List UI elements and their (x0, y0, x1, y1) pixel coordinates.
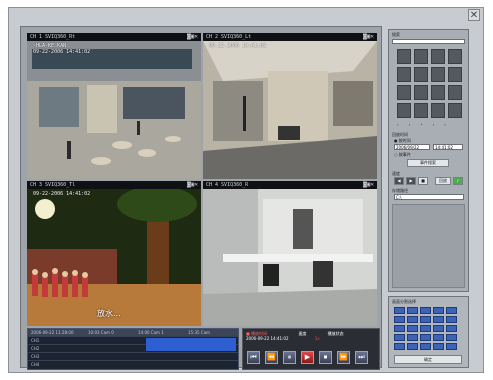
layout-button[interactable] (407, 316, 418, 323)
layout-button[interactable] (446, 316, 457, 323)
layout-button[interactable] (407, 325, 418, 332)
channel-cell[interactable] (431, 103, 445, 118)
playback-info: ■ 播放时间 速度 播放状态 2006-09-22 14:41:02 1x (246, 331, 344, 341)
sidebar-search-input[interactable] (392, 39, 465, 44)
camera-title-bar: CH 3 SVIQ360_Tl ◙▣✕ (27, 181, 201, 189)
camera-title-bar: CH 2 SVIQ360_Lt ◙▣✕ (203, 33, 377, 41)
skip-back-icon[interactable]: ⏮ (247, 351, 260, 364)
video-subtitle: 放水... (97, 309, 121, 318)
playback-panel: ■ 播放时间 速度 播放状态 2006-09-22 14:41:02 1x ⏮ … (242, 328, 380, 370)
layout-panel: 画面分割选择 确定 (388, 296, 469, 368)
layout-button[interactable] (446, 334, 457, 341)
speed-reset-icon[interactable]: ■ (418, 177, 428, 185)
layout-button[interactable] (446, 343, 457, 350)
timeline-header-cell: 14:00 Cam 1 (138, 330, 164, 335)
timeline-header-cell: 2006-09-22 11:28:00 (31, 330, 74, 335)
timeline-recording-bar[interactable] (146, 338, 236, 351)
tile-controls-icon[interactable]: ◙▣✕ (187, 33, 198, 41)
date-input[interactable]: 2006/09/22 (394, 144, 430, 150)
channel-cell[interactable] (431, 85, 445, 100)
channel-cell[interactable] (397, 85, 411, 100)
channel-cell[interactable] (448, 49, 462, 64)
layout-panel-title: 画面分割选择 (392, 299, 416, 304)
close-icon[interactable]: ✕ (468, 9, 480, 21)
path-input[interactable]: C:\ (394, 194, 464, 200)
layout-button[interactable] (446, 325, 457, 332)
layout-button[interactable] (420, 334, 431, 341)
channel-cell[interactable] (448, 103, 462, 118)
layout-button[interactable] (420, 343, 431, 350)
camera-title-bar: CH 4 SVIQ360_R ◙▣✕ (203, 181, 377, 189)
channel-cell[interactable] (414, 103, 428, 118)
timeline-row[interactable]: CH4 (28, 360, 238, 367)
channel-cell[interactable] (431, 67, 445, 82)
layout-button[interactable] (394, 325, 405, 332)
channel-cell[interactable] (414, 67, 428, 82)
tile-controls-icon[interactable]: ◙▣✕ (363, 181, 374, 189)
radio-by-event[interactable]: ○ 按事件 (394, 152, 411, 158)
layout-button[interactable] (394, 316, 405, 323)
layout-6-button[interactable] (420, 307, 431, 314)
camera-4-image (203, 189, 377, 326)
camera-tile-1[interactable]: CH 1 SVIQ360_Rt ◙▣✕ -HLA-KE KAN 09-22-2006… (27, 33, 201, 179)
fast-icon[interactable]: ▶ (406, 177, 416, 185)
layout-1-button[interactable] (394, 307, 405, 314)
sidebar-empty-area (392, 204, 465, 288)
camera-2-image (203, 41, 377, 179)
camera-3-image (27, 189, 201, 326)
channel-cell[interactable] (414, 85, 428, 100)
camera-osd: -HLA-KE KAN 09-22-2006 14:41:02 (33, 43, 91, 55)
camera-1-image (27, 41, 201, 179)
timeline-row[interactable]: CH3 (28, 352, 238, 359)
play-icon[interactable]: ▶ (301, 351, 314, 364)
time-input[interactable]: 14:41:02 (433, 144, 463, 150)
layout-8-button[interactable] (433, 307, 444, 314)
channel-cell[interactable] (448, 67, 462, 82)
camera-tile-2[interactable]: CH 2 SVIQ360_Lt ◙▣✕ 09-22-2006 14:41:02 (203, 33, 377, 179)
tile-controls-icon[interactable]: ◙▣✕ (187, 181, 198, 189)
rewind-icon[interactable]: ⏪ (265, 351, 278, 364)
channel-cell[interactable] (397, 49, 411, 64)
replay-button[interactable]: 回放 (435, 177, 451, 185)
pause-icon[interactable]: ⏸ (283, 351, 296, 364)
layout-button[interactable] (394, 334, 405, 341)
channel-cell[interactable] (397, 103, 411, 118)
fast-forward-icon[interactable]: ⏩ (337, 351, 350, 364)
channel-cell[interactable] (431, 49, 445, 64)
search-sidebar: 搜索 ‹‹•›› 回放时间 ● 按时间 2006/09/22 14:41:02 … (388, 29, 469, 292)
timeline-header-cell: 10:03 Cam 0 (88, 330, 114, 335)
layout-button[interactable] (407, 334, 418, 341)
layout-button[interactable] (407, 343, 418, 350)
event-search-button[interactable]: 事件搜索 (407, 159, 449, 167)
channel-cell[interactable] (448, 85, 462, 100)
layout-9-button[interactable] (446, 307, 457, 314)
layout-button[interactable] (420, 316, 431, 323)
layout-button[interactable] (433, 316, 444, 323)
layout-button[interactable] (433, 325, 444, 332)
channel-nav-icons[interactable]: ‹‹•›› (397, 122, 456, 127)
channel-cell[interactable] (414, 49, 428, 64)
layout-button[interactable] (433, 334, 444, 341)
sidebar-title: 搜索 (392, 32, 400, 37)
skip-forward-icon[interactable]: ⏭ (355, 351, 368, 364)
stop-icon[interactable]: ⏹ (319, 351, 332, 364)
tile-controls-icon[interactable]: ◙▣✕ (363, 33, 374, 41)
camera-title-bar: CH 1 SVIQ360_Rt ◙▣✕ (27, 33, 201, 41)
layout-button[interactable] (420, 325, 431, 332)
confirm-icon[interactable]: ✓ (453, 177, 463, 185)
camera-tile-4[interactable]: CH 4 SVIQ360_R ◙▣✕ (203, 181, 377, 326)
timeline-panel[interactable]: 2006-09-22 11:28:00 10:03 Cam 0 14:00 Ca… (27, 328, 239, 370)
camera-osd: 09-22-2006 14:41:02 (209, 43, 267, 49)
timeline-header-cell: 15:35 Cam (188, 330, 210, 335)
layout-4-button[interactable] (407, 307, 418, 314)
channel-cell[interactable] (397, 67, 411, 82)
timeline-header: 2006-09-22 11:28:00 10:03 Cam 0 14:00 Ca… (28, 329, 238, 336)
camera-tile-3[interactable]: CH 3 SVIQ360_Tl ◙▣✕ 09-22-2006 14:41:02 放… (27, 181, 201, 326)
camera-osd: 09-22-2006 14:41:02 (33, 191, 91, 197)
layout-confirm-button[interactable]: 确定 (394, 355, 462, 364)
slow-icon[interactable]: ◀ (394, 177, 404, 185)
layout-button[interactable] (433, 343, 444, 350)
layout-button[interactable] (394, 343, 405, 350)
